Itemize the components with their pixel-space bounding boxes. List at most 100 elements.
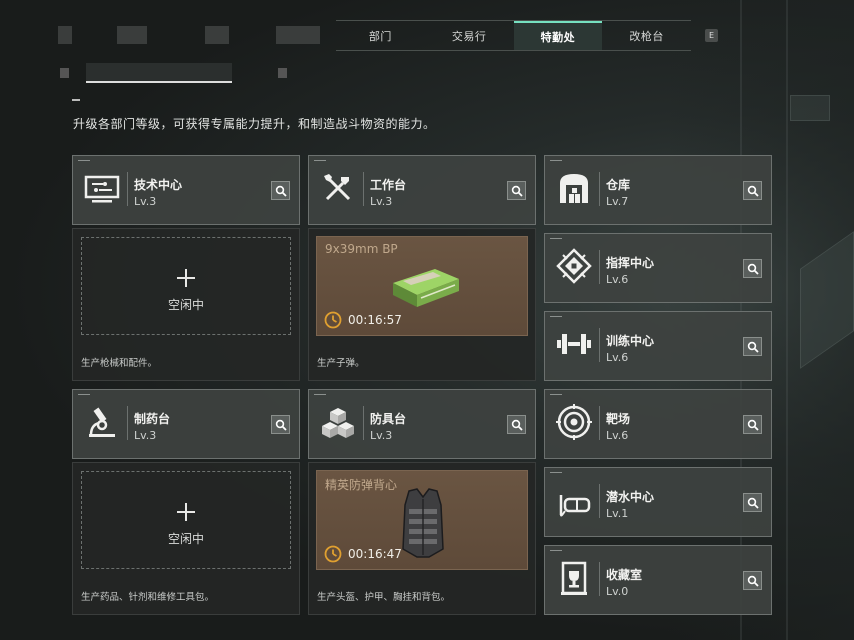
card-separator <box>127 406 128 440</box>
card-title: 制药台 <box>134 412 171 426</box>
card-separator <box>599 406 600 440</box>
card-level: Lv.6 <box>606 273 629 286</box>
facility-card-shooting-range[interactable]: 靶场 Lv.6 <box>544 389 772 459</box>
active-production[interactable]: 精英防弹背心 00:16:47 <box>316 470 528 570</box>
card-level: Lv.7 <box>606 195 629 208</box>
timer-text: 00:16:57 <box>348 313 402 327</box>
search-icon <box>511 185 523 197</box>
card-separator <box>363 172 364 206</box>
production-description: 生产头盔、护甲、胸挂和背包。 <box>317 592 451 603</box>
section-marker <box>72 99 80 101</box>
background-machine <box>790 95 830 121</box>
card-separator <box>599 172 600 206</box>
search-icon <box>747 185 759 197</box>
search-icon <box>747 419 759 431</box>
item-name: 9x39mm BP <box>325 242 398 256</box>
production-timer: 00:16:47 <box>324 545 402 563</box>
vest-icon <box>402 488 444 558</box>
target-icon <box>556 404 592 440</box>
search-icon <box>747 263 759 275</box>
item-name: 精英防弹背心 <box>325 478 398 492</box>
card-level: Lv.6 <box>606 429 629 442</box>
card-level: Lv.3 <box>134 429 157 442</box>
background-pipe <box>786 0 788 640</box>
search-button[interactable] <box>507 415 526 434</box>
diving-mask-icon <box>559 495 591 517</box>
card-separator <box>599 484 600 518</box>
card-title: 潜水中心 <box>606 490 655 504</box>
facility-card-collection-room[interactable]: 收藏室 Lv.0 <box>544 545 772 615</box>
facility-card-training-center[interactable]: 训练中心 Lv.6 <box>544 311 772 381</box>
card-title: 收藏室 <box>606 568 643 582</box>
search-button[interactable] <box>743 337 762 356</box>
production-slot-workbench[interactable]: 9x39mm BP 00:16:57 生产子弹。 <box>308 228 536 381</box>
tab-department[interactable]: 部门 <box>336 21 425 50</box>
search-button[interactable] <box>743 415 762 434</box>
production-description: 生产枪械和配件。 <box>81 358 158 369</box>
production-description: 生产子弹。 <box>317 358 365 369</box>
tab-trading[interactable]: 交易行 <box>425 21 514 50</box>
card-title: 防具台 <box>370 412 407 426</box>
production-timer: 00:16:57 <box>324 311 402 329</box>
tab-special-ops[interactable]: 特勤处 <box>513 21 603 50</box>
card-level: Lv.3 <box>370 195 393 208</box>
subtab-strip <box>60 63 290 83</box>
subtab-next-key <box>278 68 287 78</box>
search-button[interactable] <box>743 181 762 200</box>
idle-slot[interactable]: 空闲中 <box>81 471 291 569</box>
workshop-card-pharmacy[interactable]: 制药台 Lv.3 <box>72 389 300 459</box>
production-slot-tech-center[interactable]: 空闲中 生产枪械和配件。 <box>72 228 300 381</box>
facility-card-warehouse[interactable]: 仓库 Lv.7 <box>544 155 772 225</box>
dumbbell-icon <box>557 334 591 354</box>
card-title: 训练中心 <box>606 334 655 348</box>
intro-text: 升级各部门等级，可获得专属能力提升，和制造战斗物资的能力。 <box>73 117 436 131</box>
tools-icon <box>324 174 351 201</box>
search-icon <box>747 341 759 353</box>
card-title: 工作台 <box>370 178 407 192</box>
blurred-area <box>276 26 320 44</box>
idle-label: 空闲中 <box>167 532 204 546</box>
warehouse-icon <box>560 174 588 203</box>
blurred-area <box>117 26 147 44</box>
card-level: Lv.3 <box>134 195 157 208</box>
ammo-box-icon <box>393 269 459 307</box>
microscope-icon <box>89 407 115 437</box>
search-button[interactable] <box>743 259 762 278</box>
production-description: 生产药品、针剂和维修工具包。 <box>81 592 215 603</box>
idle-label: 空闲中 <box>167 298 204 312</box>
computer-icon <box>84 175 120 203</box>
card-separator <box>599 250 600 284</box>
card-level: Lv.6 <box>606 351 629 364</box>
search-button[interactable] <box>271 181 290 200</box>
search-button[interactable] <box>743 493 762 512</box>
top-nav: 部门 交易行 特勤处 改枪台 <box>336 20 691 51</box>
idle-slot[interactable]: 空闲中 <box>81 237 291 335</box>
card-separator <box>599 562 600 596</box>
production-slot-pharmacy[interactable]: 空闲中 生产药品、针剂和维修工具包。 <box>72 462 300 615</box>
card-title: 仓库 <box>606 178 631 192</box>
blurred-area <box>58 26 72 44</box>
workshop-card-tech-center[interactable]: 技术中心 Lv.3 <box>72 155 300 225</box>
card-level: Lv.1 <box>606 507 629 520</box>
search-button[interactable] <box>743 571 762 590</box>
workshop-card-armor-bench[interactable]: 防具台 Lv.3 <box>308 389 536 459</box>
facility-card-command-center[interactable]: 指挥中心 Lv.6 <box>544 233 772 303</box>
production-slot-armor-bench[interactable]: 精英防弹背心 00:16:47 生产头盔、护甲、胸挂和背包。 <box>308 462 536 615</box>
armor-blocks-icon <box>322 408 354 438</box>
workshop-card-workbench[interactable]: 工作台 Lv.3 <box>308 155 536 225</box>
plus-icon <box>177 503 195 521</box>
search-button[interactable] <box>271 415 290 434</box>
facility-card-diving-center[interactable]: 潜水中心 Lv.1 <box>544 467 772 537</box>
search-icon <box>275 419 287 431</box>
chip-icon <box>556 248 592 284</box>
card-level: Lv.3 <box>370 429 393 442</box>
subtab-active[interactable] <box>86 63 232 83</box>
tab-gunsmith[interactable]: 改枪台 <box>602 21 691 50</box>
card-separator <box>599 328 600 362</box>
key-hint-e: E <box>705 29 718 42</box>
card-title: 指挥中心 <box>606 256 655 270</box>
timer-icon <box>324 545 342 563</box>
active-production[interactable]: 9x39mm BP 00:16:57 <box>316 236 528 336</box>
card-separator <box>363 406 364 440</box>
search-button[interactable] <box>507 181 526 200</box>
